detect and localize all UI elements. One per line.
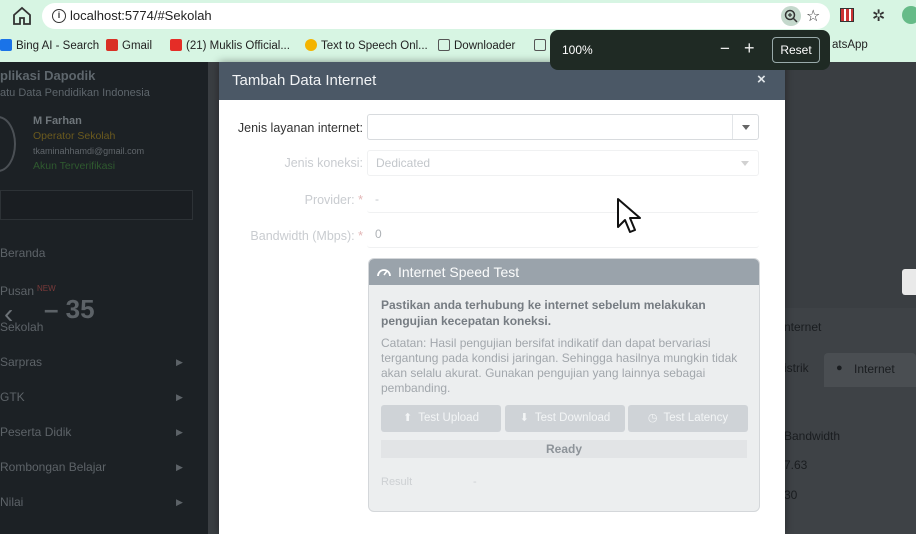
sidebar-item-rombongan-belajar[interactable]: Rombongan Belajar: [0, 460, 106, 474]
chevron-right-icon: ▶: [176, 462, 183, 472]
result-value: -: [473, 476, 477, 488]
zoom-popup: 100% − + Reset: [550, 30, 830, 70]
bing-icon: [0, 39, 12, 51]
sidebar-item-beranda[interactable]: Beranda: [0, 246, 45, 260]
bandwidth-label: Bandwidth (Mbps): *: [250, 229, 363, 243]
test-latency-button[interactable]: ◷ Test Latency: [628, 405, 748, 432]
bookmark-tts[interactable]: Text to Speech Onl...: [305, 39, 428, 52]
new-badge: NEW: [37, 284, 56, 293]
user-name: M Farhan: [33, 115, 82, 127]
tab-listrik: istrik: [784, 361, 809, 375]
jenis-layanan-label: Jenis layanan internet:: [237, 121, 363, 135]
home-icon[interactable]: [10, 5, 34, 27]
zoom-in-button[interactable]: +: [744, 38, 755, 59]
result-label: Result: [381, 476, 413, 488]
chevron-right-icon: ▶: [176, 357, 183, 367]
clock-icon: ◷: [647, 412, 658, 424]
chevron-right-icon: ▶: [176, 427, 183, 437]
bookmark-gmail[interactable]: Gmail: [106, 39, 152, 52]
avatar: [0, 116, 16, 172]
sidebar-search-input[interactable]: [0, 190, 193, 220]
app-subtitle: atu Data Pendidikan Indonesia: [0, 87, 150, 99]
globe-icon: ●: [836, 362, 843, 374]
jenis-layanan-select[interactable]: [367, 114, 759, 140]
jenis-koneksi-select[interactable]: Dedicated: [367, 150, 759, 176]
status-badge: Ready: [381, 440, 747, 458]
provider-input[interactable]: -: [367, 187, 759, 213]
chevron-right-icon: ▶: [176, 392, 183, 402]
sidebar-item-pusan[interactable]: Pusan: [0, 284, 34, 298]
url-text[interactable]: localhost:5774/#Sekolah: [70, 8, 212, 23]
close-icon[interactable]: ×: [757, 71, 766, 88]
folder-icon: [534, 39, 546, 51]
gauge-icon: [377, 269, 391, 277]
table-cell: 30: [784, 488, 798, 502]
background-button: [902, 269, 916, 295]
section-label: nternet: [784, 320, 822, 334]
sidebar-item-sekolah[interactable]: Sekolah: [0, 320, 43, 334]
download-icon: ⬇: [519, 412, 529, 424]
bandwidth-input[interactable]: 0: [367, 222, 759, 248]
background-table: [784, 308, 916, 534]
site-info-icon[interactable]: i: [52, 9, 66, 23]
bookmark-youtube[interactable]: (21) Muklis Official...: [170, 39, 290, 52]
speed-test-warning: Pastikan anda terhubung ke internet sebe…: [381, 298, 706, 328]
tab-internet-label: Internet: [854, 362, 895, 376]
app-title: plikasi Dapodik: [0, 68, 96, 83]
bookmark-star-icon[interactable]: ☆: [806, 6, 820, 26]
url-row: i localhost:5774/#Sekolah ☆ ✲: [0, 0, 916, 32]
add-internet-modal: Tambah Data Internet × Jenis layanan int…: [219, 62, 785, 534]
sidebar-item-gtk[interactable]: GTK: [0, 390, 25, 404]
chevron-down-icon[interactable]: [732, 151, 758, 175]
profile-avatar[interactable]: [902, 6, 916, 24]
test-download-button[interactable]: ⬇ Test Download: [505, 405, 625, 432]
upload-icon: ⬆: [403, 412, 413, 424]
sidebar-item-peserta-didik[interactable]: Peserta Didik: [0, 425, 71, 439]
chevron-down-icon[interactable]: [732, 115, 758, 139]
youtube-icon: [170, 39, 182, 51]
zoom-reset-button[interactable]: Reset: [772, 37, 820, 63]
emoji-icon: [305, 39, 317, 51]
table-cell: 7.63: [784, 458, 808, 472]
gmail-icon: [106, 39, 118, 51]
extensions-puzzle-icon[interactable]: ✲: [872, 6, 885, 26]
mouse-cursor-icon: [617, 198, 641, 233]
speed-test-card: Internet Speed Test Pastikan anda terhub…: [368, 258, 760, 512]
zoom-level: 100%: [562, 43, 593, 57]
carousel-number: – 35: [44, 294, 95, 324]
provider-label: Provider: *: [304, 193, 363, 207]
sidebar: plikasi Dapodik atu Data Pendidikan Indo…: [0, 62, 208, 534]
chevron-right-icon: ▶: [176, 497, 183, 507]
speed-test-note: Catatan: Hasil pengujian bersifat indika…: [381, 336, 738, 395]
sidebar-item-nilai[interactable]: Nilai: [0, 495, 23, 509]
bookmark-whatsapp[interactable]: atsApp: [832, 39, 868, 51]
zoom-out-button[interactable]: −: [720, 39, 730, 59]
column-header-bandwidth: Bandwidth: [784, 429, 841, 443]
user-email: tkaminahhamdi@gmail.com: [33, 146, 145, 156]
sidebar-item-sarpras[interactable]: Sarpras: [0, 355, 42, 369]
speed-test-title: Internet Speed Test: [398, 264, 520, 280]
jenis-koneksi-label: Jenis koneksi:: [284, 156, 363, 170]
user-role: Operator Sekolah: [33, 130, 116, 142]
zoom-icon[interactable]: [781, 6, 801, 26]
tab-internet: ● Internet: [824, 353, 916, 387]
bookmark-folder[interactable]: [534, 39, 550, 52]
qr-extension-icon[interactable]: [840, 8, 854, 22]
speed-test-header: Internet Speed Test: [369, 259, 759, 285]
background-content-panel: nternet istrik ● Internet Bandwidth 7.63…: [784, 62, 916, 534]
test-upload-button[interactable]: ⬆ Test Upload: [381, 405, 501, 432]
user-status: Akun Terverifikasi: [33, 160, 116, 172]
address-bar[interactable]: i localhost:5774/#Sekolah ☆: [42, 3, 830, 29]
folder-icon: [438, 39, 450, 51]
bookmark-downloader[interactable]: Downloader: [438, 39, 515, 52]
bookmark-bing[interactable]: Bing AI - Search: [0, 39, 99, 52]
modal-title: Tambah Data Internet: [232, 72, 377, 89]
